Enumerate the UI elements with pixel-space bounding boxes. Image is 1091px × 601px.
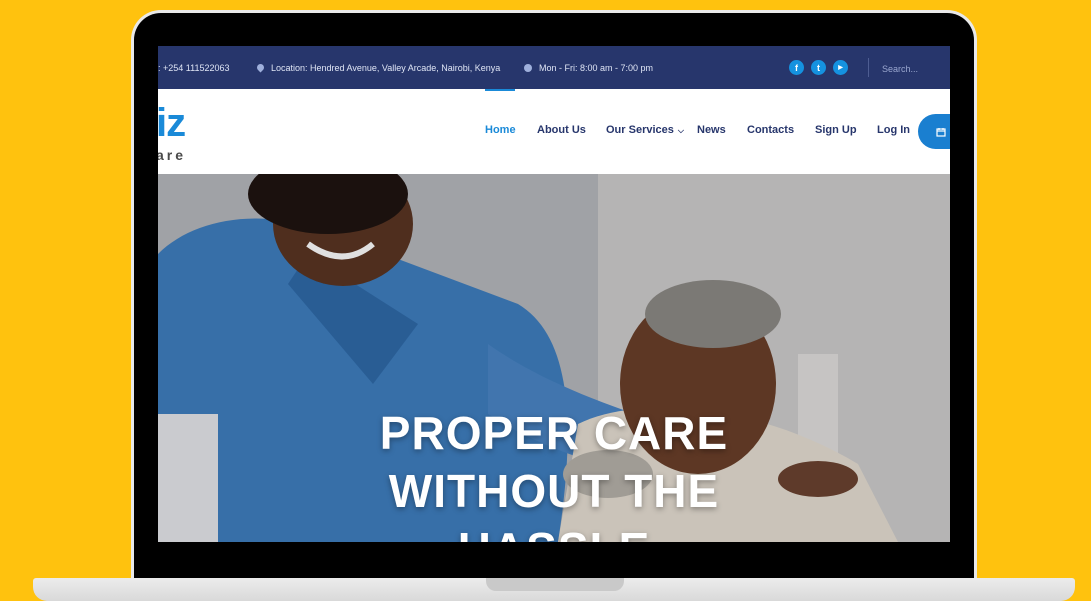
facebook-icon[interactable]: f: [789, 60, 804, 75]
facebook-label: f: [795, 62, 798, 73]
nav-news[interactable]: News: [697, 124, 726, 136]
laptop-notch: [486, 578, 624, 591]
laptop-screen: : +254 111522063 Location: Hendred Avenu…: [158, 46, 950, 542]
nav-contacts[interactable]: Contacts: [747, 124, 794, 136]
location-pin-icon: [255, 62, 266, 73]
nav-log-in[interactable]: Log In: [877, 124, 910, 136]
calendar-icon: [936, 127, 946, 137]
clock-icon: [524, 63, 532, 72]
phone-text: : +254 111522063: [158, 62, 230, 73]
nav-about-us[interactable]: About Us: [537, 124, 586, 136]
hero-title: PROPER CARE WITHOUT THE HASSLE: [379, 407, 729, 542]
search-input[interactable]: [880, 57, 948, 80]
twitter-icon[interactable]: t: [811, 60, 826, 75]
logo-subtext: are: [158, 147, 187, 163]
hours-info: Mon - Fri: 8:00 am - 7:00 pm: [524, 46, 653, 89]
site-header: iz are Home About Us Our Services ⌵ News …: [158, 89, 950, 174]
nav-our-services[interactable]: Our Services ⌵: [606, 124, 684, 136]
nav-active-indicator: [485, 89, 515, 91]
stage: : +254 111522063 Location: Hendred Avenu…: [0, 0, 1091, 601]
hero-banner: PROPER CARE WITHOUT THE HASSLE: [158, 174, 950, 542]
location-text: Location: Hendred Avenue, Valley Arcade,…: [271, 62, 501, 73]
phone-info: : +254 111522063: [158, 46, 230, 89]
twitter-label: t: [817, 62, 820, 73]
top-info-bar: : +254 111522063 Location: Hendred Avenu…: [158, 46, 950, 89]
appointment-button[interactable]: [918, 114, 950, 149]
location-info: Location: Hendred Avenue, Valley Arcade,…: [255, 46, 501, 89]
hours-text: Mon - Fri: 8:00 am - 7:00 pm: [539, 62, 654, 73]
nav-sign-up[interactable]: Sign Up: [815, 124, 857, 136]
logo-main[interactable]: iz: [158, 103, 186, 143]
nav-home[interactable]: Home: [485, 124, 516, 136]
topbar-divider: [868, 58, 869, 77]
youtube-label: ▶: [838, 65, 843, 71]
chevron-down-icon: ⌵: [677, 126, 684, 135]
nav-our-services-label: Our Services: [606, 124, 674, 136]
youtube-icon[interactable]: ▶: [833, 60, 848, 75]
